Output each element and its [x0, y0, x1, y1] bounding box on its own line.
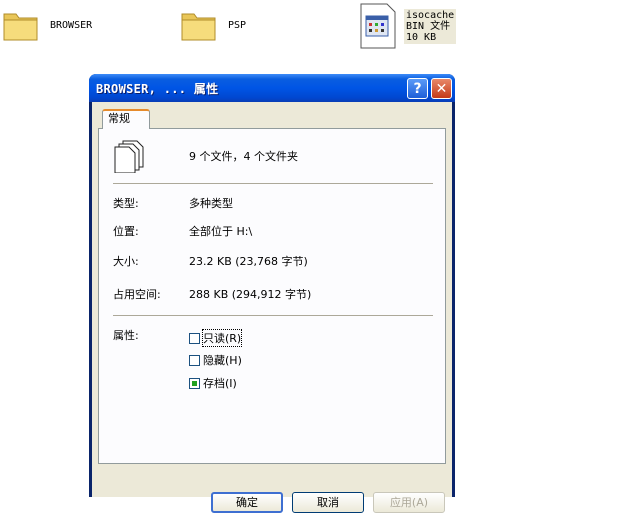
location-value: 全部位于 H:\ — [189, 225, 253, 238]
file-size: 10 KB — [406, 31, 437, 43]
hidden-label: 隐藏(H) — [203, 354, 242, 367]
ok-button[interactable]: 确定 — [211, 492, 283, 513]
properties-dialog: BROWSER, ... 属性 ? ✕ 常规 9 个文件，4 个文件夹 类型: … — [89, 74, 455, 513]
size-on-disk-label: 占用空间: — [113, 288, 161, 301]
hidden-checkbox[interactable]: 隐藏(H) — [189, 352, 242, 368]
folder-label: PSP — [228, 19, 247, 31]
multiple-files-icon — [114, 140, 144, 173]
dialog-body: 常规 9 个文件，4 个文件夹 类型: 多种类型 位置: 全部位于 H:\ 大小… — [92, 102, 452, 513]
divider — [113, 315, 433, 316]
desktop-folder-psp[interactable]: PSP — [180, 6, 246, 44]
location-label: 位置: — [113, 225, 139, 238]
archive-label: 存档(I) — [203, 377, 237, 390]
folder-label: BROWSER — [50, 19, 93, 31]
desktop-file-isocache[interactable]: isocache BIN 文件 10 KB — [358, 2, 457, 50]
title-bar[interactable]: BROWSER, ... 属性 ? ✕ — [89, 74, 455, 102]
folder-icon — [3, 13, 38, 41]
file-label: isocache BIN 文件 10 KB — [404, 8, 457, 44]
cancel-button[interactable]: 取消 — [292, 492, 364, 513]
type-label: 类型: — [113, 197, 139, 210]
readonly-label: 只读(R) — [201, 329, 243, 347]
archive-checkbox[interactable]: 存档(I) — [189, 375, 237, 391]
type-value: 多种类型 — [189, 197, 233, 210]
size-label: 大小: — [113, 255, 139, 268]
size-value: 23.2 KB (23,768 字节) — [189, 255, 308, 268]
file-type: BIN 文件 — [406, 20, 451, 32]
bin-file-icon — [360, 3, 396, 49]
checkbox-box[interactable] — [189, 377, 200, 389]
apply-button[interactable]: 应用(A) — [373, 492, 445, 513]
folder-icon — [181, 13, 216, 41]
tab-general[interactable]: 常规 — [102, 109, 150, 129]
divider — [113, 183, 433, 184]
desktop-folder-browser[interactable]: BROWSER — [2, 6, 92, 44]
file-name: isocache — [406, 9, 455, 21]
dialog-title: BROWSER, ... 属性 — [96, 82, 219, 96]
help-button[interactable]: ? — [407, 78, 428, 99]
checkbox-box[interactable] — [189, 332, 200, 344]
checkbox-box[interactable] — [189, 354, 200, 366]
summary-text: 9 个文件，4 个文件夹 — [189, 150, 298, 163]
attributes-label: 属性: — [113, 329, 139, 342]
general-panel: 9 个文件，4 个文件夹 类型: 多种类型 位置: 全部位于 H:\ 大小: 2… — [98, 128, 446, 464]
close-button[interactable]: ✕ — [431, 78, 452, 99]
readonly-checkbox[interactable]: 只读(R) — [189, 329, 243, 347]
size-on-disk-value: 288 KB (294,912 字节) — [189, 288, 312, 301]
